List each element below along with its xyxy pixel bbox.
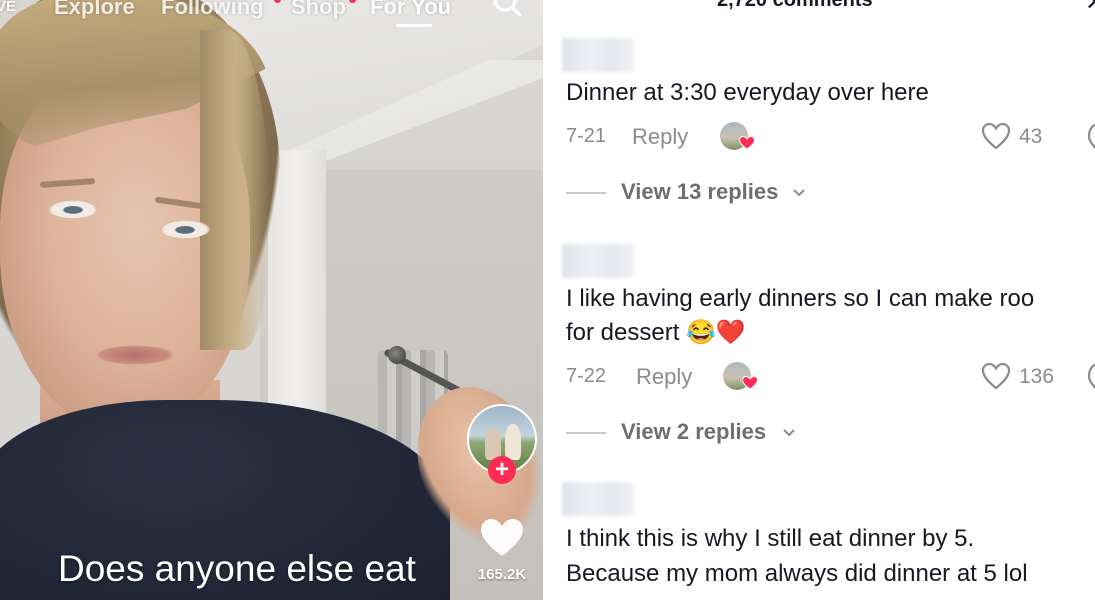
comments-count-header: 2,720 comments [717, 0, 873, 11]
comment-date: 7-21 [566, 125, 607, 147]
creator-avatar-button[interactable]: + [467, 404, 537, 484]
nav-for-you-underline [396, 24, 432, 27]
reply-button[interactable]: Reply [632, 124, 688, 150]
comment-text: I like having early dinners so I can mak… [566, 285, 1035, 312]
top-nav: VE Explore Following Shop For You [0, 0, 543, 27]
comment-date: 7-22 [566, 365, 607, 387]
video-player[interactable]: VE Explore Following Shop For You Does a… [0, 0, 543, 600]
like-count: 165.2K [477, 566, 527, 583]
comment-meta: 7-21 Reply 43 [566, 122, 1095, 152]
creator-liked-heart-icon [742, 376, 758, 390]
background-rod-knob [388, 346, 406, 364]
username-blurred[interactable] [562, 38, 634, 72]
nav-shop-dot [349, 0, 356, 3]
nav-explore[interactable]: Explore [54, 0, 135, 20]
view-replies-line [566, 432, 606, 434]
view-replies-label[interactable]: View 2 replies [621, 419, 766, 445]
close-icon[interactable]: ✕ [1085, 0, 1095, 17]
comments-panel: 2,720 comments ✕ Dinner at 3:30 everyday… [557, 0, 1095, 600]
avatar-figure [505, 424, 521, 460]
comment-text: for dessert 😂❤️ [566, 319, 746, 346]
dislike-icon[interactable] [1085, 362, 1095, 390]
chevron-down-icon [793, 189, 805, 197]
nav-for-you[interactable]: For You [370, 0, 451, 20]
person-eye-right [160, 220, 210, 238]
nav-shop[interactable]: Shop [291, 0, 346, 20]
comment-text: Dinner at 3:30 everyday over here [566, 79, 929, 106]
comment-text: Because my mom always did dinner at 5 lo… [566, 560, 1028, 587]
view-replies-button[interactable]: View 2 replies [566, 418, 866, 448]
video-caption: Does anyone else eat [58, 548, 416, 589]
person-mouth [95, 345, 175, 365]
chevron-down-icon [783, 429, 795, 437]
panel-divider [543, 0, 557, 600]
person-eye-left [48, 200, 98, 218]
username-blurred[interactable] [562, 244, 634, 278]
search-icon[interactable] [490, 0, 524, 22]
like-heart-icon[interactable] [981, 362, 1011, 390]
nav-following[interactable]: Following [161, 0, 264, 20]
like-heart-icon[interactable] [981, 122, 1011, 150]
username-blurred[interactable] [562, 482, 634, 516]
heart-icon[interactable] [480, 518, 524, 558]
comment-meta: 7-22 Reply 136 [566, 362, 1095, 392]
creator-liked-heart-icon [739, 136, 755, 150]
reply-button[interactable]: Reply [636, 364, 692, 390]
like-count: 136 [1019, 365, 1055, 388]
nav-following-dot [274, 0, 281, 3]
dislike-icon[interactable] [1085, 122, 1095, 150]
like-count: 43 [1019, 125, 1043, 148]
nav-live[interactable]: VE [0, 0, 16, 15]
follow-plus-icon[interactable]: + [488, 456, 516, 484]
comment-text: I think this is why I still eat dinner b… [566, 525, 975, 552]
view-replies-button[interactable]: View 13 replies [566, 178, 866, 208]
view-replies-label[interactable]: View 13 replies [621, 179, 778, 205]
view-replies-line [566, 192, 606, 194]
